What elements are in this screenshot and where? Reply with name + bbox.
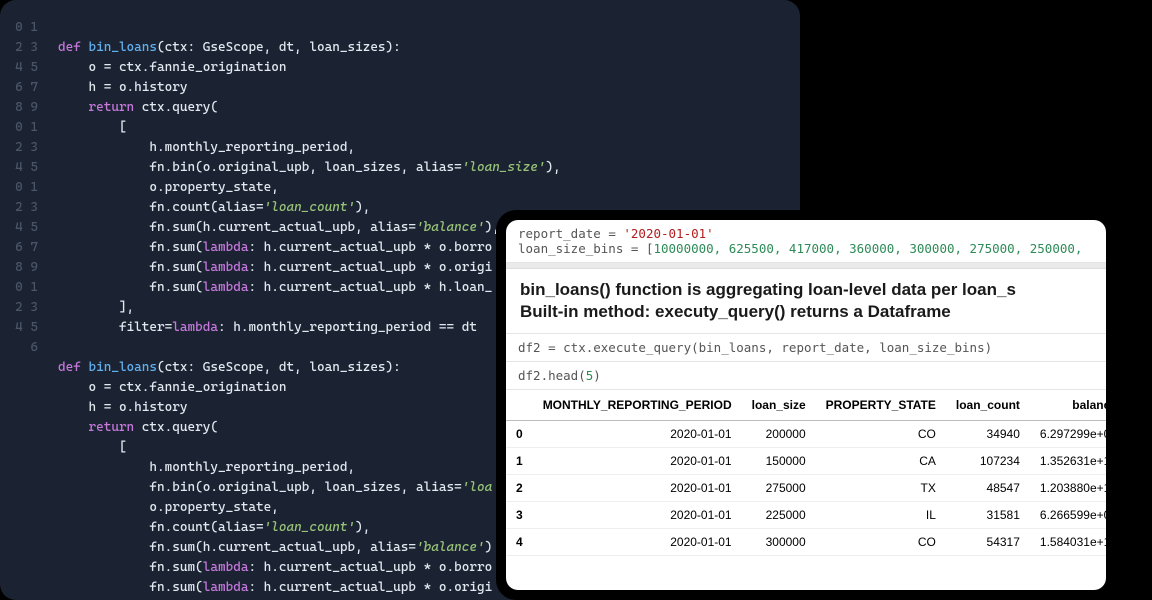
table-header [506,390,533,421]
table-cell: CO [816,421,946,448]
table-cell: CO [816,529,946,556]
table-cell: 2020-01-01 [533,421,742,448]
table-cell: 225000 [742,502,816,529]
table-row: 02020-01-01200000CO349406.297299e+094.71… [506,421,1106,448]
row-index: 3 [506,502,533,529]
table-cell: 275000 [742,475,816,502]
row-index: 1 [506,448,533,475]
notebook-inner: report_date = '2020-01-01' loan_size_bin… [506,220,1106,590]
table-cell: 200000 [742,421,816,448]
table-cell: 107234 [946,448,1030,475]
notebook-cell-1[interactable]: report_date = '2020-01-01' loan_size_bin… [506,220,1106,263]
table-cell: 48547 [946,475,1030,502]
md-line-1: bin_loans() function is aggregating loan… [520,280,1016,299]
dataframe-output-table: MONTHLY_REPORTING_PERIODloan_sizePROPERT… [506,390,1106,556]
row-index: 2 [506,475,533,502]
table-cell: 1.203880e+10 [1030,475,1106,502]
table-header: loan_size [742,390,816,421]
table-cell: TX [816,475,946,502]
table-cell: 31581 [946,502,1030,529]
notebook-panel: report_date = '2020-01-01' loan_size_bin… [496,210,1116,600]
table-cell: 6.266599e+09 [1030,502,1106,529]
table-row: 22020-01-01275000TX485471.203880e+108.97… [506,475,1106,502]
row-index: 4 [506,529,533,556]
table-header: balance [1030,390,1106,421]
table-row: 42020-01-01300000CO543171.584031e+101.16… [506,529,1106,556]
table-row: 12020-01-01150000CA1072341.352631e+101.0… [506,448,1106,475]
row-index: 0 [506,421,533,448]
table-row: 32020-01-01225000IL315816.266599e+094.65… [506,502,1106,529]
notebook-cell-3[interactable]: df2.head(5) [506,362,1106,390]
table-cell: 2020-01-01 [533,529,742,556]
line-number-gutter: 0 1 2 3 4 5 6 7 8 9 0 1 2 3 4 5 0 1 2 3 … [0,18,48,358]
table-cell: 300000 [742,529,816,556]
table-cell: CA [816,448,946,475]
table-cell: 54317 [946,529,1030,556]
table-cell: 2020-01-01 [533,475,742,502]
table-cell: 34940 [946,421,1030,448]
table-cell: 1.352631e+10 [1030,448,1106,475]
table-cell: 6.297299e+09 [1030,421,1106,448]
notebook-cell-2[interactable]: df2 = ctx.execute_query(bin_loans, repor… [506,334,1106,362]
table-cell: 2020-01-01 [533,448,742,475]
table-cell: IL [816,502,946,529]
table-header: MONTHLY_REPORTING_PERIOD [533,390,742,421]
table-header: loan_count [946,390,1030,421]
md-line-2: Built-in method: executy_query() returns… [520,302,951,321]
table-cell: 150000 [742,448,816,475]
table-cell: 1.584031e+10 [1030,529,1106,556]
table-cell: 2020-01-01 [533,502,742,529]
notebook-markdown-cell: bin_loans() function is aggregating loan… [506,269,1106,334]
table-header: PROPERTY_STATE [816,390,946,421]
